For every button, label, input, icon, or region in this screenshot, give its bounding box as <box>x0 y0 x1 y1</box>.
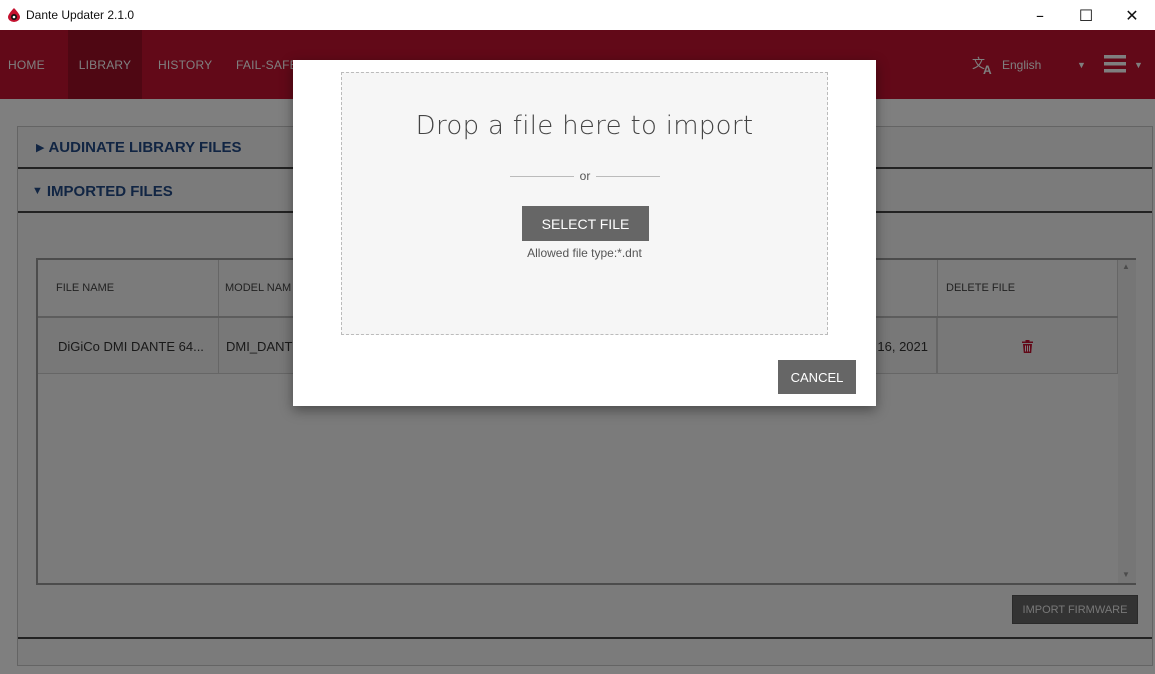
separator-line <box>596 175 661 177</box>
allowed-file-type-text: Allowed file type:*.dnt <box>527 246 642 260</box>
maximize-button[interactable]: ☐ <box>1063 0 1109 30</box>
dante-logo-icon <box>8 8 20 22</box>
minimize-button[interactable]: – <box>1017 0 1063 30</box>
separator-line <box>510 175 574 177</box>
or-label: or <box>579 169 591 183</box>
drop-title: Drop a file here to import <box>415 111 754 141</box>
import-file-dialog: Drop a file here to import or SELECT FIL… <box>293 60 876 406</box>
window-title: Dante Updater 2.1.0 <box>26 8 135 22</box>
window-titlebar: Dante Updater 2.1.0 – ☐ ✕ <box>0 0 1155 30</box>
close-window-button[interactable]: ✕ <box>1109 0 1155 30</box>
file-drop-zone[interactable]: Drop a file here to import or SELECT FIL… <box>341 72 828 335</box>
or-separator: or <box>510 167 661 185</box>
cancel-button[interactable]: CANCEL <box>778 360 856 394</box>
select-file-button[interactable]: SELECT FILE <box>522 206 649 241</box>
